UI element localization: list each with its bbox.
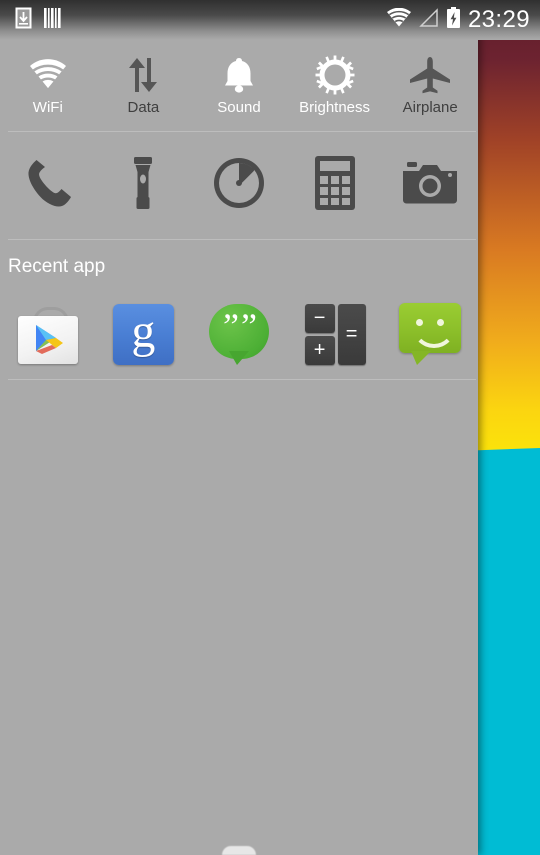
download-icon [15, 7, 32, 34]
status-bar-left-icons [0, 7, 63, 34]
google-glyph: g [131, 305, 156, 358]
hangouts-icon: ” ” [208, 304, 269, 365]
toggle-airplane[interactable]: Airplane [382, 40, 478, 130]
shortcut-clock[interactable] [191, 133, 287, 237]
calc-key-minus: − [304, 304, 335, 333]
camera-icon [401, 160, 459, 211]
shortcut-phone[interactable] [0, 133, 96, 237]
bell-icon [222, 54, 256, 96]
toggle-row: WiFi Data Sound Brightness Airplane [0, 40, 478, 130]
divider-toggles [8, 131, 476, 132]
divider-recent-apps [8, 379, 476, 380]
shortcut-row [0, 133, 478, 237]
status-bar-right-icons: 23:29 [386, 0, 530, 40]
toggle-wifi-label: WiFi [32, 99, 63, 116]
battery-charging-icon [446, 6, 461, 34]
phone-icon [22, 156, 74, 215]
hangouts-tail [228, 351, 249, 365]
flashlight-icon [128, 155, 158, 216]
toggle-data-label: Data [127, 99, 160, 116]
panel-drag-handle[interactable] [222, 846, 256, 855]
status-bar-clock: 23:29 [467, 6, 530, 33]
status-bar: 23:29 [0, 0, 540, 40]
recent-app-messaging[interactable] [382, 296, 478, 372]
recent-app-play-store[interactable] [0, 296, 96, 372]
messaging-icon [399, 303, 462, 365]
clock-icon [211, 155, 267, 216]
android-quick-settings-screen: WiFi Data Sound Brightness Airplane Rece… [0, 0, 540, 855]
toggle-brightness[interactable]: Brightness [287, 40, 383, 130]
toggle-brightness-label: Brightness [299, 99, 371, 116]
airplane-icon [407, 54, 453, 96]
divider-shortcuts [8, 239, 476, 240]
google-icon: g [112, 303, 174, 365]
toggle-sound[interactable]: Sound [191, 40, 287, 130]
hangouts-quote-right: ” [240, 306, 257, 346]
calc-key-plus: + [304, 336, 335, 365]
calculator-app-icon: − + = [304, 303, 366, 365]
shortcut-camera[interactable] [382, 133, 478, 237]
cellular-signal-icon [419, 7, 439, 33]
shortcut-flashlight[interactable] [96, 133, 192, 237]
wifi-icon [27, 54, 69, 96]
quick-settings-panel: WiFi Data Sound Brightness Airplane Rece… [0, 0, 478, 855]
recent-app-hangouts[interactable]: ” ” [191, 296, 287, 372]
recent-app-google[interactable]: g [96, 296, 192, 372]
calc-key-equals: = [337, 304, 366, 365]
toggle-airplane-label: Airplane [402, 99, 458, 116]
play-store-icon [16, 302, 80, 366]
toggle-data[interactable]: Data [96, 40, 192, 130]
messaging-tail [411, 351, 432, 365]
recent-app-row: g ” ” − + = [0, 296, 478, 372]
toggle-sound-label: Sound [217, 99, 261, 116]
barcode-icon [43, 7, 63, 34]
shortcut-calculator[interactable] [287, 133, 383, 237]
recent-app-calculator[interactable]: − + = [287, 296, 383, 372]
data-icon [123, 54, 163, 96]
calculator-icon [314, 155, 356, 216]
wifi-icon [386, 7, 412, 33]
toggle-wifi[interactable]: WiFi [0, 40, 96, 130]
hangouts-quote-left: ” [222, 306, 239, 346]
recent-app-title: Recent app [8, 256, 106, 277]
brightness-icon [314, 54, 356, 96]
